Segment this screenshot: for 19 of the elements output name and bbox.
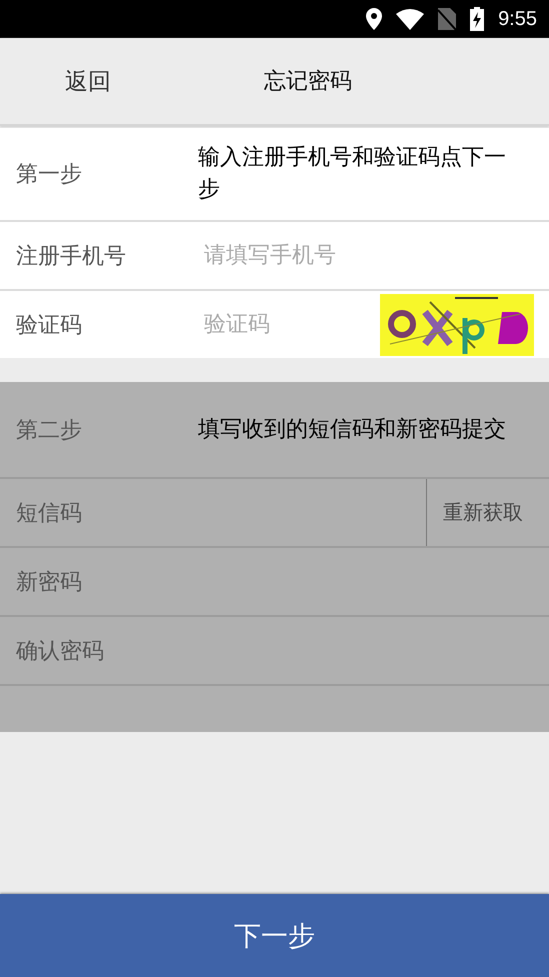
- wifi-icon: [396, 8, 424, 30]
- field-label: 短信码: [15, 500, 83, 528]
- location-icon: [366, 8, 382, 30]
- step-label: 第一步: [15, 161, 83, 189]
- step-label: 第二步: [15, 416, 83, 444]
- field-label: 验证码: [15, 312, 83, 340]
- no-sim-icon: [438, 8, 456, 30]
- clock: 9:55: [498, 8, 537, 30]
- input-field[interactable]: 请填写手机号: [190, 236, 549, 276]
- page-title: 忘记密码: [264, 68, 352, 96]
- step-hint: 输入注册手机号和验证码点下一步: [197, 144, 507, 204]
- field-label: 注册手机号: [15, 242, 127, 270]
- step-hint: 填写收到的短信码和新密码提交: [197, 416, 507, 444]
- back-button[interactable]: 返回: [0, 66, 176, 96]
- field-label: 新密码: [15, 568, 83, 596]
- input-field[interactable]: 验证码: [190, 304, 380, 344]
- next-button[interactable]: 下一步: [0, 894, 549, 977]
- battery-charging-icon: [470, 7, 484, 31]
- field-label: 确认密码: [15, 638, 105, 666]
